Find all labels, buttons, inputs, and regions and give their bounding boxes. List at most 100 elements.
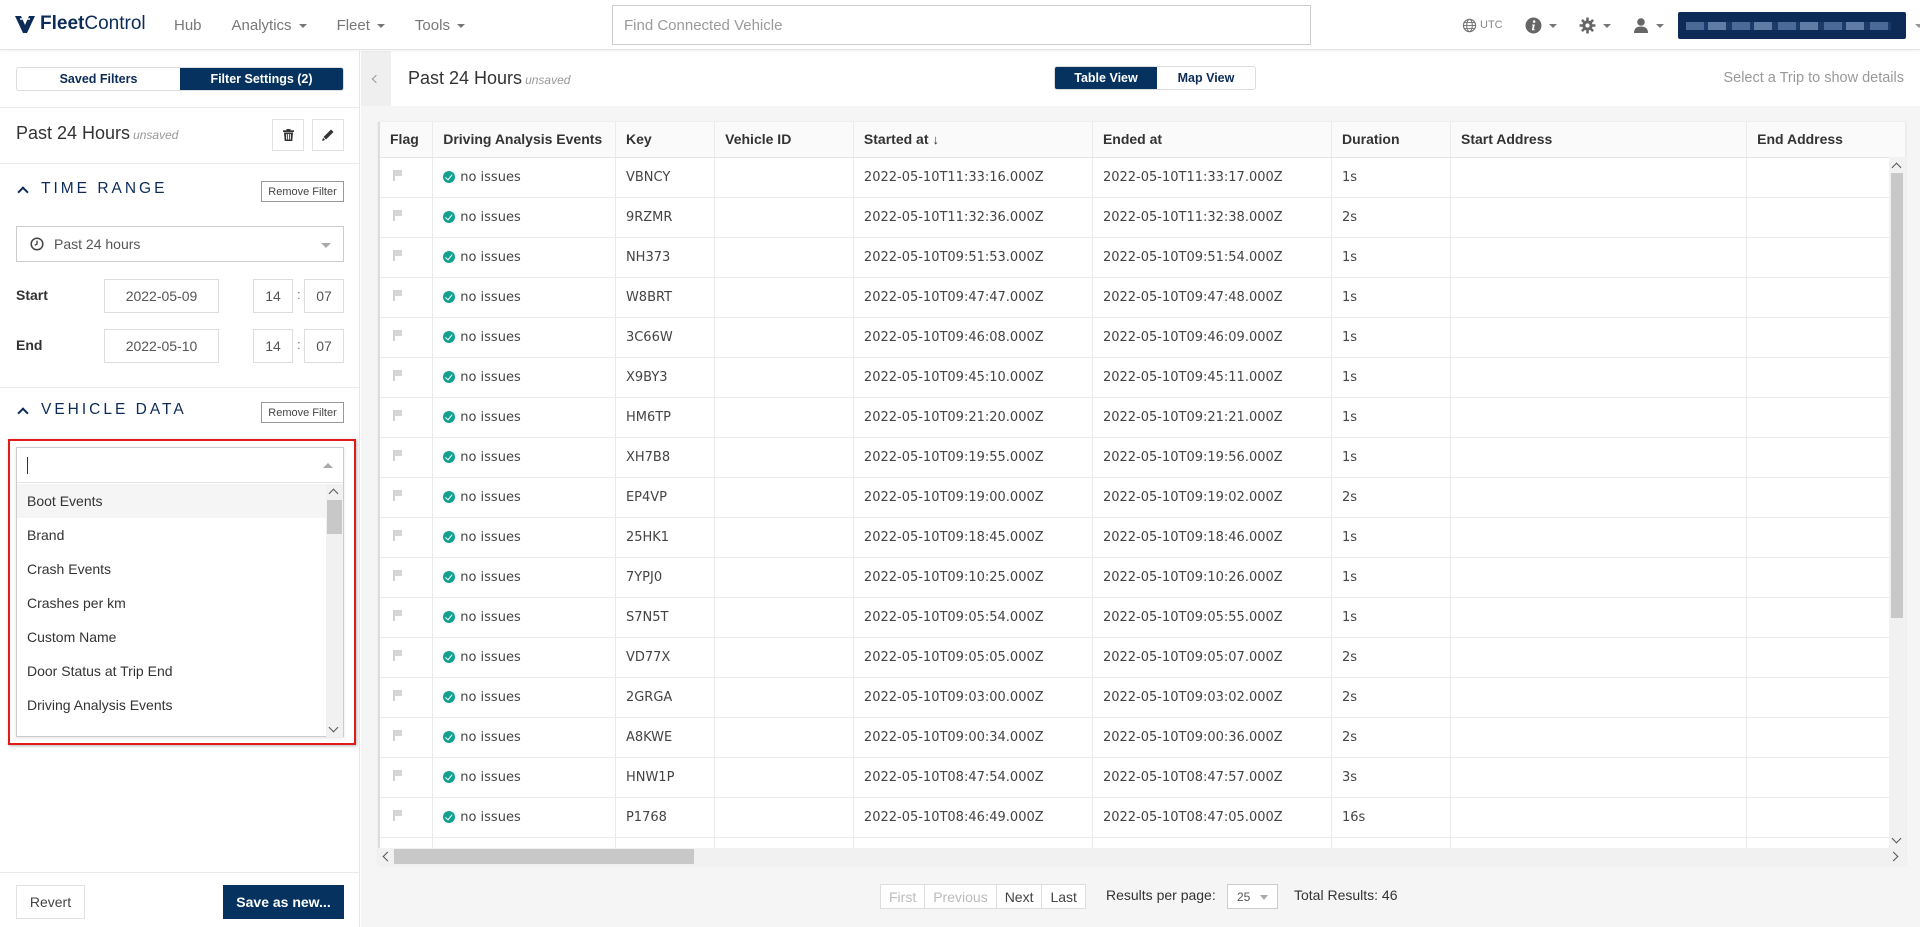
- option-door-status[interactable]: Door Status at Trip End: [17, 654, 326, 688]
- option-crash-events[interactable]: Crash Events: [17, 552, 326, 586]
- delete-filter-button[interactable]: [272, 119, 304, 151]
- cell-flag[interactable]: [380, 477, 434, 518]
- flag-icon[interactable]: [393, 329, 402, 341]
- cell-flag[interactable]: [380, 597, 434, 638]
- scrollbar-thumb[interactable]: [394, 849, 694, 864]
- nav-hub[interactable]: Hub: [174, 17, 202, 34]
- table-row[interactable]: no issues P1768 2022-05-10T08:46:49.000Z 20…: [380, 797, 1906, 838]
- scroll-left-icon[interactable]: [382, 851, 393, 862]
- remove-vehicle-data-filter-button[interactable]: Remove Filter: [261, 402, 344, 423]
- scroll-up-icon[interactable]: [1891, 162, 1902, 173]
- cell-flag[interactable]: [380, 397, 434, 438]
- timezone-button[interactable]: UTC: [1462, 18, 1503, 33]
- vehicle-data-toggle[interactable]: VEHICLE DATA: [17, 401, 187, 419]
- col-ended-at[interactable]: Ended at: [1092, 122, 1332, 158]
- fleetcontrol-logo[interactable]: Fleet Control: [15, 13, 146, 35]
- time-range-toggle[interactable]: TIME RANGE: [17, 180, 167, 198]
- table-row[interactable]: no issues A8KWE 2022-05-10T09:00:34.000Z 20…: [380, 717, 1906, 758]
- flag-icon[interactable]: [393, 769, 402, 781]
- flag-icon[interactable]: [393, 689, 402, 701]
- cell-flag[interactable]: [380, 757, 434, 798]
- collapse-sidebar-button[interactable]: [361, 51, 391, 106]
- col-duration[interactable]: Duration: [1331, 122, 1451, 158]
- table-vertical-scrollbar[interactable]: [1889, 157, 1906, 849]
- cell-flag[interactable]: [380, 237, 434, 278]
- flag-icon[interactable]: [393, 169, 402, 181]
- info-menu-button[interactable]: [1525, 17, 1557, 34]
- table-row[interactable]: no issues 3C66W 2022-05-10T09:46:08.000Z 20…: [380, 317, 1906, 358]
- caret-up-icon[interactable]: [323, 463, 333, 468]
- flag-icon[interactable]: [393, 529, 402, 541]
- flag-icon[interactable]: [393, 489, 402, 501]
- option-driving-analysis-events[interactable]: Driving Analysis Events: [17, 688, 326, 722]
- scroll-right-icon[interactable]: [1888, 851, 1899, 862]
- cell-flag[interactable]: [380, 797, 434, 838]
- table-view-button[interactable]: Table View: [1055, 67, 1157, 89]
- end-hour-field[interactable]: 14: [253, 329, 293, 363]
- flag-icon[interactable]: [393, 609, 402, 621]
- end-date-field[interactable]: 2022-05-10: [104, 329, 219, 363]
- cell-flag[interactable]: [380, 637, 434, 678]
- table-row[interactable]: no issues VD77X 2022-05-10T09:05:05.000Z 20…: [380, 637, 1906, 678]
- cell-flag[interactable]: [380, 197, 434, 238]
- settings-menu-button[interactable]: [1579, 17, 1611, 34]
- table-horizontal-scrollbar[interactable]: [378, 848, 1906, 865]
- tab-saved-filters[interactable]: Saved Filters: [17, 68, 180, 90]
- table-row[interactable]: no issues NH373 2022-05-10T09:51:53.000Z 20…: [380, 237, 1906, 278]
- cell-flag[interactable]: [380, 317, 434, 358]
- option-custom-name[interactable]: Custom Name: [17, 620, 326, 654]
- end-minute-field[interactable]: 07: [304, 329, 344, 363]
- cell-flag[interactable]: [380, 357, 434, 398]
- cell-flag[interactable]: [380, 437, 434, 478]
- col-end-address[interactable]: End Address: [1746, 122, 1906, 158]
- next-page-button[interactable]: Next: [997, 885, 1043, 908]
- col-driving-analysis-events[interactable]: Driving Analysis Events: [432, 122, 616, 158]
- col-vehicle-id[interactable]: Vehicle ID: [714, 122, 854, 158]
- option-brand[interactable]: Brand: [17, 518, 326, 552]
- last-page-button[interactable]: Last: [1042, 885, 1084, 908]
- table-row[interactable]: no issues W8BRT 2022-05-10T09:47:47.000Z 20…: [380, 277, 1906, 318]
- flag-icon[interactable]: [393, 409, 402, 421]
- flag-icon[interactable]: [393, 249, 402, 261]
- vehicle-data-search-input[interactable]: [17, 448, 343, 483]
- scroll-down-icon[interactable]: [328, 722, 339, 733]
- start-hour-field[interactable]: 14: [253, 279, 293, 313]
- save-as-new-button[interactable]: Save as new...: [223, 885, 344, 919]
- table-row[interactable]: no issues EP4VP 2022-05-10T09:19:00.000Z 20…: [380, 477, 1906, 518]
- scrollbar-thumb[interactable]: [327, 500, 342, 534]
- table-row[interactable]: no issues S7N5T 2022-05-10T09:05:54.000Z 20…: [380, 597, 1906, 638]
- flag-icon[interactable]: [393, 569, 402, 581]
- cell-flag[interactable]: [380, 557, 434, 598]
- flag-icon[interactable]: [393, 289, 402, 301]
- scrollbar-thumb[interactable]: [1891, 173, 1903, 618]
- table-row[interactable]: no issues X9BY3 2022-05-10T09:45:10.000Z 20…: [380, 357, 1906, 398]
- revert-button[interactable]: Revert: [16, 885, 85, 919]
- flag-icon[interactable]: [393, 449, 402, 461]
- account-selector[interactable]: [1677, 11, 1906, 39]
- flag-icon[interactable]: [393, 209, 402, 221]
- table-row[interactable]: no issues VBNCY 2022-05-10T11:33:16.000Z 20…: [380, 157, 1906, 198]
- cell-flag[interactable]: [380, 717, 434, 758]
- col-key[interactable]: Key: [615, 122, 716, 158]
- table-row[interactable]: no issues HNW1P 2022-05-10T08:47:54.000Z 20…: [380, 757, 1906, 798]
- scroll-down-icon[interactable]: [1891, 833, 1902, 844]
- nav-tools[interactable]: Tools: [415, 17, 465, 34]
- user-menu-button[interactable]: [1633, 17, 1664, 33]
- previous-page-button[interactable]: Previous: [925, 885, 997, 908]
- map-view-button[interactable]: Map View: [1157, 67, 1255, 89]
- scroll-up-icon[interactable]: [328, 488, 339, 499]
- time-range-preset-select[interactable]: Past 24 hours: [16, 226, 344, 262]
- find-vehicle-search-input[interactable]: [612, 5, 1311, 45]
- option-boot-events[interactable]: Boot Events: [17, 484, 326, 518]
- cell-flag[interactable]: [380, 157, 434, 198]
- table-row[interactable]: no issues 25HK1 2022-05-10T09:18:45.000Z 20…: [380, 517, 1906, 558]
- col-started-at[interactable]: Started at ↓: [853, 122, 1093, 158]
- table-row[interactable]: no issues 9RZMR 2022-05-10T11:32:36.000Z 20…: [380, 197, 1906, 238]
- cell-flag[interactable]: [380, 677, 434, 718]
- nav-fleet[interactable]: Fleet: [337, 17, 385, 34]
- results-per-page-select[interactable]: 25: [1227, 884, 1278, 909]
- table-row[interactable]: no issues 7YPJ0 2022-05-10T09:10:25.000Z 20…: [380, 557, 1906, 598]
- account-caret-down-icon[interactable]: [1914, 24, 1920, 28]
- start-date-field[interactable]: 2022-05-09: [104, 279, 219, 313]
- remove-time-range-filter-button[interactable]: Remove Filter: [261, 181, 344, 202]
